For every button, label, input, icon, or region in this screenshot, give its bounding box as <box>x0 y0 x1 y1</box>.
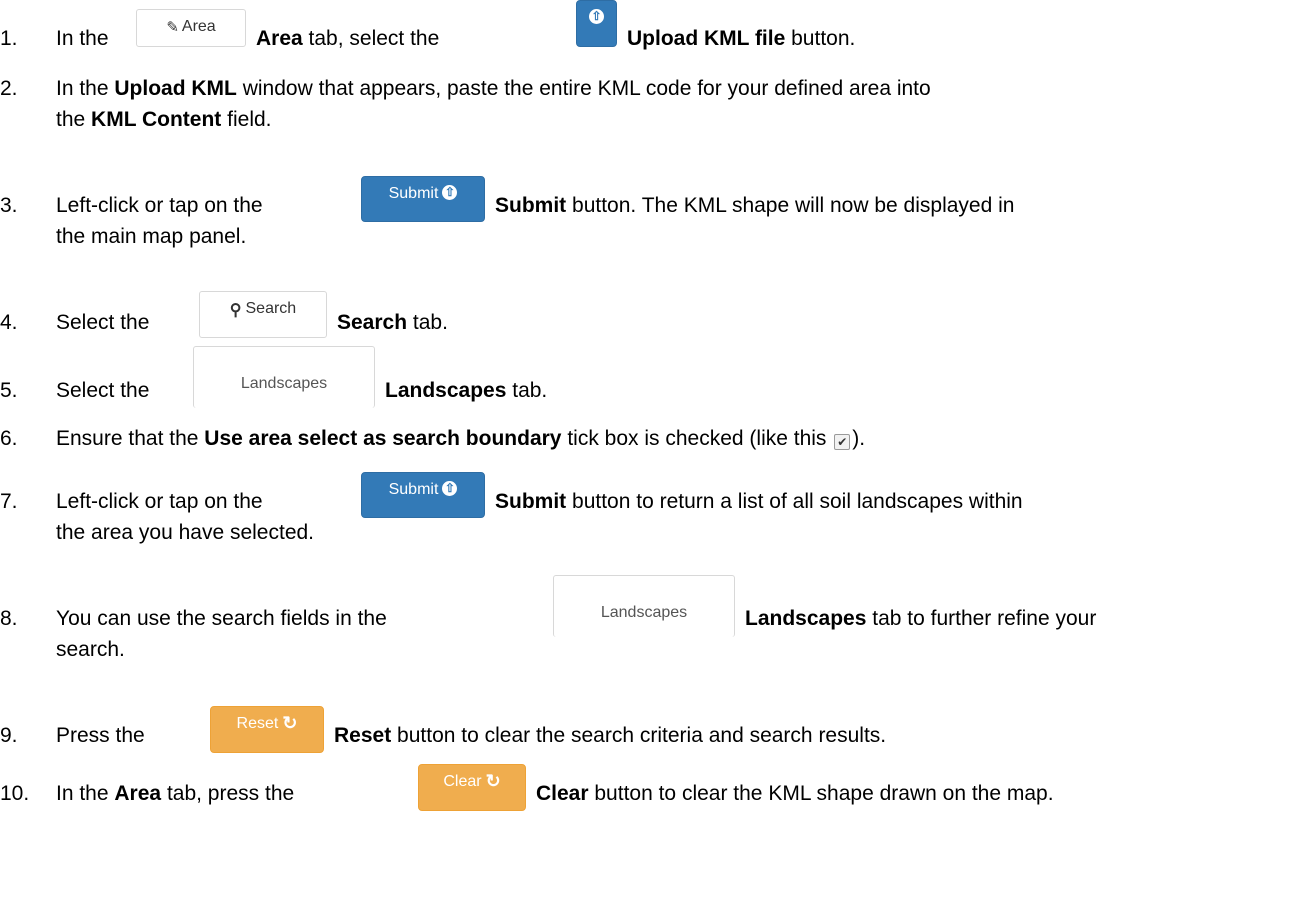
bold-term: KML Content <box>91 108 222 131</box>
text: tick box is checked (like this <box>567 427 827 450</box>
text: Left-click or tap on the <box>56 194 263 217</box>
text: Ensure that the <box>56 427 199 450</box>
step-1-end: Upload KML file button. <box>627 23 855 54</box>
refresh-icon: ↻ <box>485 771 501 791</box>
bold-term: Landscapes <box>385 379 507 402</box>
text: tab, select the <box>308 27 440 50</box>
step-text: In the <box>56 23 109 54</box>
text: You can use the search fields in the <box>56 607 387 630</box>
text: the <box>56 108 86 131</box>
text: window that appears, paste the entire KM… <box>242 77 931 100</box>
landscapes-tab-button[interactable]: Landscapes <box>193 346 375 408</box>
step-8-rest: Landscapes tab to further refine your <box>745 603 1096 634</box>
bold-term: Submit <box>495 194 567 217</box>
area-tab-button[interactable]: ✎ Area <box>136 9 246 47</box>
bold-term: Upload KML file <box>627 27 786 50</box>
text: Select the <box>56 311 150 334</box>
search-tab-button[interactable]: ⚲ Search <box>199 291 327 338</box>
text: field. <box>227 108 272 131</box>
step-number: 4. <box>0 311 18 334</box>
step-number: 1. <box>0 27 18 50</box>
area-tab-label: Area <box>181 18 216 35</box>
bold-term: Reset <box>334 724 392 747</box>
bold-term: Area <box>114 782 162 805</box>
circle-arrow-up-icon: ⇧ <box>589 9 604 24</box>
text: button. <box>791 27 856 50</box>
circle-arrow-up-icon: ⇧ <box>442 481 458 496</box>
clear-label: Clear <box>443 773 482 790</box>
submit-button[interactable]: Submit ⇧ <box>361 472 485 518</box>
clear-button[interactable]: Clear ↻ <box>418 764 526 811</box>
landscapes-tab-label: Landscapes <box>600 604 688 621</box>
text: the main map panel. <box>56 225 247 248</box>
landscapes-tab-button[interactable]: Landscapes <box>553 575 735 637</box>
text: button to return a list of all soil land… <box>572 490 1023 513</box>
step-10-rest: Clear button to clear the KML shape draw… <box>536 778 1054 809</box>
step-number: 8. <box>0 607 18 630</box>
text: tab. <box>412 311 448 334</box>
text: ). <box>852 427 866 450</box>
text: search. <box>56 638 125 661</box>
text: In the <box>56 27 109 50</box>
submit-button[interactable]: Submit ⇧ <box>361 176 485 222</box>
step-text: In the Area tab, press the <box>56 778 294 809</box>
text: Press the <box>56 724 145 747</box>
text: In the <box>56 77 109 100</box>
step-1-rest: Area tab, select the <box>256 23 439 54</box>
landscapes-tab-label: Landscapes <box>240 375 328 392</box>
step-number: 7. <box>0 490 18 513</box>
checkmark-icon: ✔ <box>834 434 851 450</box>
step-5-rest: Landscapes tab. <box>385 375 547 406</box>
step-number: 5. <box>0 379 18 402</box>
step-number: 2. <box>0 77 18 100</box>
text: Select the <box>56 379 150 402</box>
step-9-rest: Reset button to clear the search criteri… <box>334 720 886 751</box>
bold-term: Use area select as search boundary <box>204 427 562 450</box>
refresh-icon: ↻ <box>282 713 298 733</box>
step-number: 3. <box>0 194 18 217</box>
step-4-rest: Search tab. <box>337 307 448 338</box>
bold-term: Area <box>256 27 303 50</box>
submit-label: Submit <box>388 481 439 498</box>
text: tab. <box>512 379 548 402</box>
bold-term: Upload KML <box>114 77 237 100</box>
bold-term: Clear <box>536 782 589 805</box>
step-3-rest: Submit button. The KML shape will now be… <box>495 190 1014 221</box>
reset-label: Reset <box>236 715 279 732</box>
step-number: 9. <box>0 724 18 747</box>
upload-kml-button[interactable]: ⇧ <box>576 0 617 47</box>
text: In the <box>56 782 109 805</box>
bold-term: Search <box>337 311 408 334</box>
search-tab-label: Search <box>245 300 297 317</box>
text: button to clear the KML shape drawn on t… <box>594 782 1054 805</box>
magnifier-icon: ⚲ <box>229 302 242 319</box>
text: tab to further refine your <box>872 607 1097 630</box>
bold-term: Submit <box>495 490 567 513</box>
step-text: In the Upload KML window that appears, p… <box>56 73 931 104</box>
text: Left-click or tap on the <box>56 490 263 513</box>
text: button to clear the search criteria and … <box>397 724 887 747</box>
step-number: 10. <box>0 782 30 805</box>
circle-arrow-up-icon: ⇧ <box>442 185 458 200</box>
step-number: 6. <box>0 427 18 450</box>
bold-term: Landscapes <box>745 607 867 630</box>
text: tab, press the <box>166 782 295 805</box>
step-text: Ensure that the Use area select as searc… <box>56 423 865 454</box>
submit-label: Submit <box>388 185 439 202</box>
text: the area you have selected. <box>56 521 315 544</box>
edit-icon: ✎ <box>166 19 179 36</box>
step-7-rest: Submit button to return a list of all so… <box>495 486 1023 517</box>
text: button. The KML shape will now be displa… <box>572 194 1015 217</box>
reset-button[interactable]: Reset ↻ <box>210 706 324 753</box>
